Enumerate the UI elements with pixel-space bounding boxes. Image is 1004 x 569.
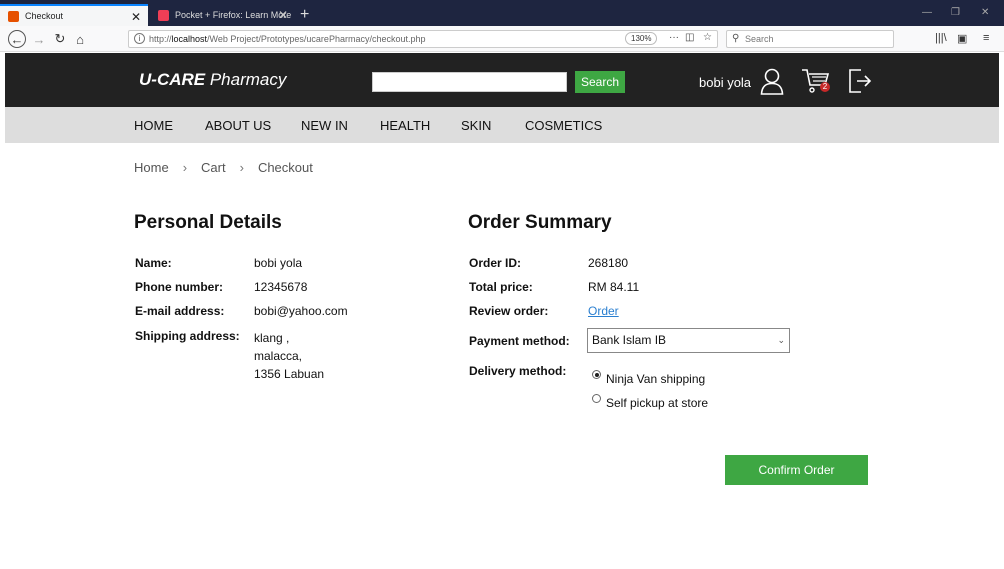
email-value: bobi@yahoo.com: [254, 304, 348, 318]
search-placeholder: Search: [745, 34, 774, 44]
email-label: E-mail address:: [135, 304, 225, 318]
delivery-radio-ninja-van[interactable]: [592, 370, 601, 379]
info-icon[interactable]: i: [134, 33, 145, 44]
delivery-radio-self-pickup[interactable]: [592, 394, 601, 403]
url-bar[interactable]: i http://localhost/Web Project/Prototype…: [128, 30, 718, 48]
menu-item-about-us[interactable]: ABOUT US: [205, 118, 271, 133]
delivery-option-self-pickup[interactable]: Self pickup at store: [606, 396, 708, 410]
page-actions-icon[interactable]: ···: [669, 32, 679, 43]
menu-item-skin[interactable]: SKIN: [461, 118, 491, 133]
delivery-method-label: Delivery method:: [469, 364, 567, 378]
pocket-icon: [158, 9, 169, 21]
tab-close-icon[interactable]: ✕: [131, 10, 141, 24]
confirm-order-button[interactable]: Confirm Order: [725, 455, 868, 485]
chevron-down-icon: ⌄: [777, 335, 785, 345]
browser-tab-bar: Checkout ✕ Pocket + Firefox: Learn More …: [0, 0, 1004, 26]
phone-label: Phone number:: [135, 280, 224, 294]
browser-nav-bar: ← → ↻ ⌂ i http://localhost/Web Project/P…: [0, 26, 1004, 52]
site-logo[interactable]: U-CARE Pharmacy: [139, 70, 286, 90]
window-close-icon[interactable]: ✕: [981, 7, 989, 18]
url-prefix: http://: [149, 34, 172, 44]
library-icon[interactable]: |||\: [935, 32, 947, 44]
bookmark-star-icon[interactable]: ☆: [703, 32, 712, 43]
reload-icon[interactable]: ↻: [51, 30, 69, 48]
payment-method-value: Bank Islam IB: [592, 333, 667, 347]
address-line-1: klang ,: [254, 331, 290, 345]
site-search-input[interactable]: [372, 72, 567, 92]
order-id-label: Order ID:: [469, 256, 522, 270]
username: bobi yola: [699, 75, 752, 90]
delivery-option-ninja-van[interactable]: Ninja Van shipping: [606, 372, 705, 386]
chevron-right-icon: ›: [182, 160, 188, 175]
total-price-value: RM 84.11: [588, 280, 640, 294]
site-header: U-CARE Pharmacy Search bobi yola 2: [5, 53, 999, 107]
name-value: bobi yola: [254, 256, 303, 270]
review-order-label: Review order:: [469, 304, 549, 318]
chevron-right-icon: ›: [239, 160, 244, 175]
breadcrumb-home[interactable]: Home: [134, 160, 169, 175]
order-id-value: 268180: [588, 256, 629, 270]
home-icon[interactable]: ⌂: [71, 30, 89, 48]
total-price-label: Total price:: [469, 280, 533, 294]
tab-title: Pocket + Firefox: Learn More: [175, 10, 292, 20]
pocket-save-icon[interactable]: ◫: [685, 32, 694, 43]
breadcrumb-cart[interactable]: Cart: [201, 160, 226, 175]
url-host: localhost: [171, 34, 208, 44]
tab-pocket[interactable]: Pocket + Firefox: Learn More ✕: [150, 4, 295, 26]
user-icon[interactable]: [760, 67, 784, 95]
menu-item-cosmetics[interactable]: COSMETICS: [525, 118, 602, 133]
site-search-button[interactable]: Search: [575, 71, 625, 93]
forward-icon[interactable]: →: [30, 30, 48, 48]
personal-details-title: Personal Details: [134, 212, 282, 233]
menu-item-home[interactable]: HOME: [134, 118, 173, 133]
cart-count-badge: 2: [820, 82, 830, 92]
review-order-link[interactable]: Order: [588, 304, 619, 318]
phone-value: 12345678: [254, 280, 308, 294]
name-label: Name:: [135, 256, 172, 270]
breadcrumb-checkout: Checkout: [257, 160, 313, 175]
browser-search-input[interactable]: ⚲ Search: [726, 30, 894, 48]
tab-close-icon[interactable]: ✕: [278, 8, 288, 22]
new-tab-icon[interactable]: +: [300, 6, 309, 24]
order-summary-title: Order Summary: [468, 212, 612, 233]
search-icon: ⚲: [732, 33, 740, 44]
shipping-address-label: Shipping address:: [135, 329, 240, 343]
url-path: /Web Project/Prototypes/ucarePharmacy/ch…: [207, 34, 426, 44]
address-line-3: 1356 Labuan: [254, 367, 325, 381]
breadcrumb: Home › Cart › Checkout: [134, 160, 313, 175]
logout-icon[interactable]: [848, 67, 872, 95]
site-favicon-icon: [8, 10, 19, 22]
zoom-indicator[interactable]: 130%: [625, 32, 658, 45]
address-line-2: malacca,: [254, 349, 303, 363]
tab-checkout[interactable]: Checkout ✕: [0, 4, 148, 26]
sidebar-icon[interactable]: ▣: [957, 32, 967, 45]
menu-item-health[interactable]: HEALTH: [380, 118, 430, 133]
tab-title: Checkout: [25, 11, 64, 21]
restore-icon[interactable]: ❐: [951, 7, 960, 18]
payment-method-select[interactable]: Bank Islam IB ⌄: [587, 328, 790, 353]
back-icon[interactable]: ←: [8, 30, 26, 48]
menu-icon[interactable]: ≡: [983, 32, 989, 44]
payment-method-label: Payment method:: [469, 334, 570, 348]
minimize-icon[interactable]: —: [922, 7, 932, 18]
menu-item-new-in[interactable]: NEW IN: [301, 118, 348, 133]
main-menu: HOME ABOUT US NEW IN HEALTH SKIN COSMETI…: [5, 107, 999, 143]
